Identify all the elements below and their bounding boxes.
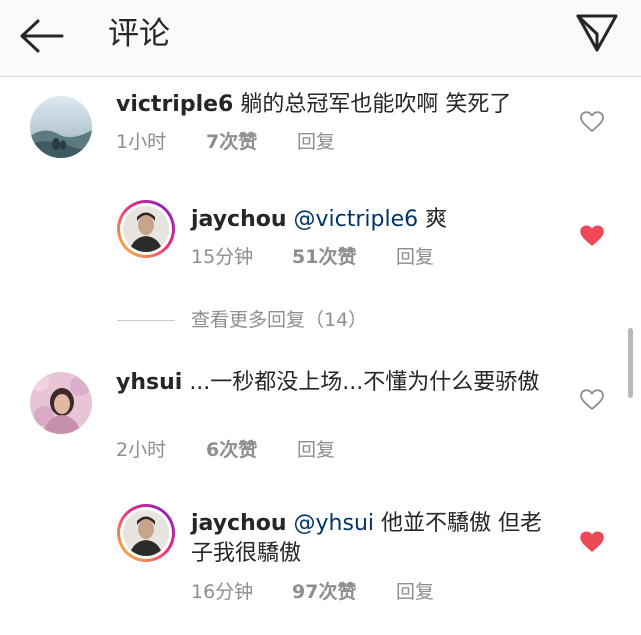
comment-body: ...一秒都没上场...不懂为什么要骄傲 [189, 370, 540, 395]
comment-item: yhsui ...一秒都没上场...不懂为什么要骄傲 2小时 6次赞 回复 [0, 366, 641, 466]
comment-body: 爽 [425, 207, 448, 232]
comment-meta: 15分钟 51次赞 回复 [191, 244, 491, 270]
comment-likes[interactable]: 51次赞 [292, 244, 356, 270]
reply-item: jaychou @yhsui 他並不驕傲 但老子我很驕傲 16分钟 97次赞 回复 [0, 500, 641, 612]
story-ring[interactable] [117, 504, 175, 562]
comment-text: victriple6 躺的总冠军也能吹啊 笑死了 [116, 90, 586, 120]
comment-likes[interactable]: 6次赞 [206, 437, 257, 463]
comment-username[interactable]: victriple6 [116, 92, 233, 117]
avatar [123, 510, 169, 556]
view-more-replies-label[interactable]: 查看更多回复（14） [191, 306, 367, 334]
heart-icon[interactable] [580, 389, 604, 411]
comment-item: victriple6 躺的总冠军也能吹啊 笑死了 1小时 7次赞 回复 [0, 88, 641, 168]
comment-mention[interactable]: @victriple6 [294, 207, 419, 232]
story-ring[interactable] [117, 200, 175, 258]
comment-username[interactable]: jaychou [191, 511, 287, 536]
comment-username[interactable]: jaychou [191, 207, 287, 232]
comment-likes[interactable]: 7次赞 [206, 129, 257, 155]
heart-icon[interactable] [580, 111, 604, 133]
comment-time: 2小时 [116, 439, 167, 461]
comment-meta: 1小时 7次赞 回复 [116, 129, 416, 155]
reply-button[interactable]: 回复 [396, 579, 434, 605]
comment-time: 16分钟 [191, 581, 254, 603]
comment-time: 1小时 [116, 131, 167, 153]
heart-icon[interactable] [580, 531, 604, 553]
comment-text: jaychou @victriple6 爽 [191, 205, 581, 235]
arrow-left-icon[interactable] [18, 16, 66, 56]
heart-icon[interactable] [580, 225, 604, 247]
scrollbar[interactable] [628, 328, 633, 398]
comment-text: yhsui ...一秒都没上场...不懂为什么要骄傲 [116, 368, 548, 398]
comment-meta: 2小时 6次赞 回复 [116, 437, 416, 463]
reply-item: jaychou @victriple6 爽 15分钟 51次赞 回复 [0, 196, 641, 276]
reply-button[interactable]: 回复 [297, 437, 335, 463]
comment-body: 躺的总冠军也能吹啊 笑死了 [240, 92, 512, 117]
page-title: 评论 [108, 16, 170, 52]
avatar[interactable] [30, 96, 92, 158]
comment-username[interactable]: yhsui [116, 370, 182, 395]
header-bar: 评论 [0, 0, 641, 77]
comment-time: 15分钟 [191, 246, 254, 268]
comment-likes[interactable]: 97次赞 [292, 579, 356, 605]
reply-button[interactable]: 回复 [396, 244, 434, 270]
divider [117, 320, 175, 321]
comment-meta: 16分钟 97次赞 回复 [191, 579, 491, 605]
comments-screen: 评论 victriple6 躺的总冠军也能吹啊 笑死了 1小时 7次赞 回复 j… [0, 0, 641, 635]
comment-text: jaychou @yhsui 他並不驕傲 但老子我很驕傲 [191, 509, 563, 569]
comment-mention[interactable]: @yhsui [294, 511, 374, 536]
avatar [123, 206, 169, 252]
avatar[interactable] [30, 372, 92, 434]
paper-plane-icon[interactable] [574, 12, 620, 54]
reply-button[interactable]: 回复 [297, 129, 335, 155]
view-more-replies[interactable]: 查看更多回复（14） [117, 306, 417, 334]
